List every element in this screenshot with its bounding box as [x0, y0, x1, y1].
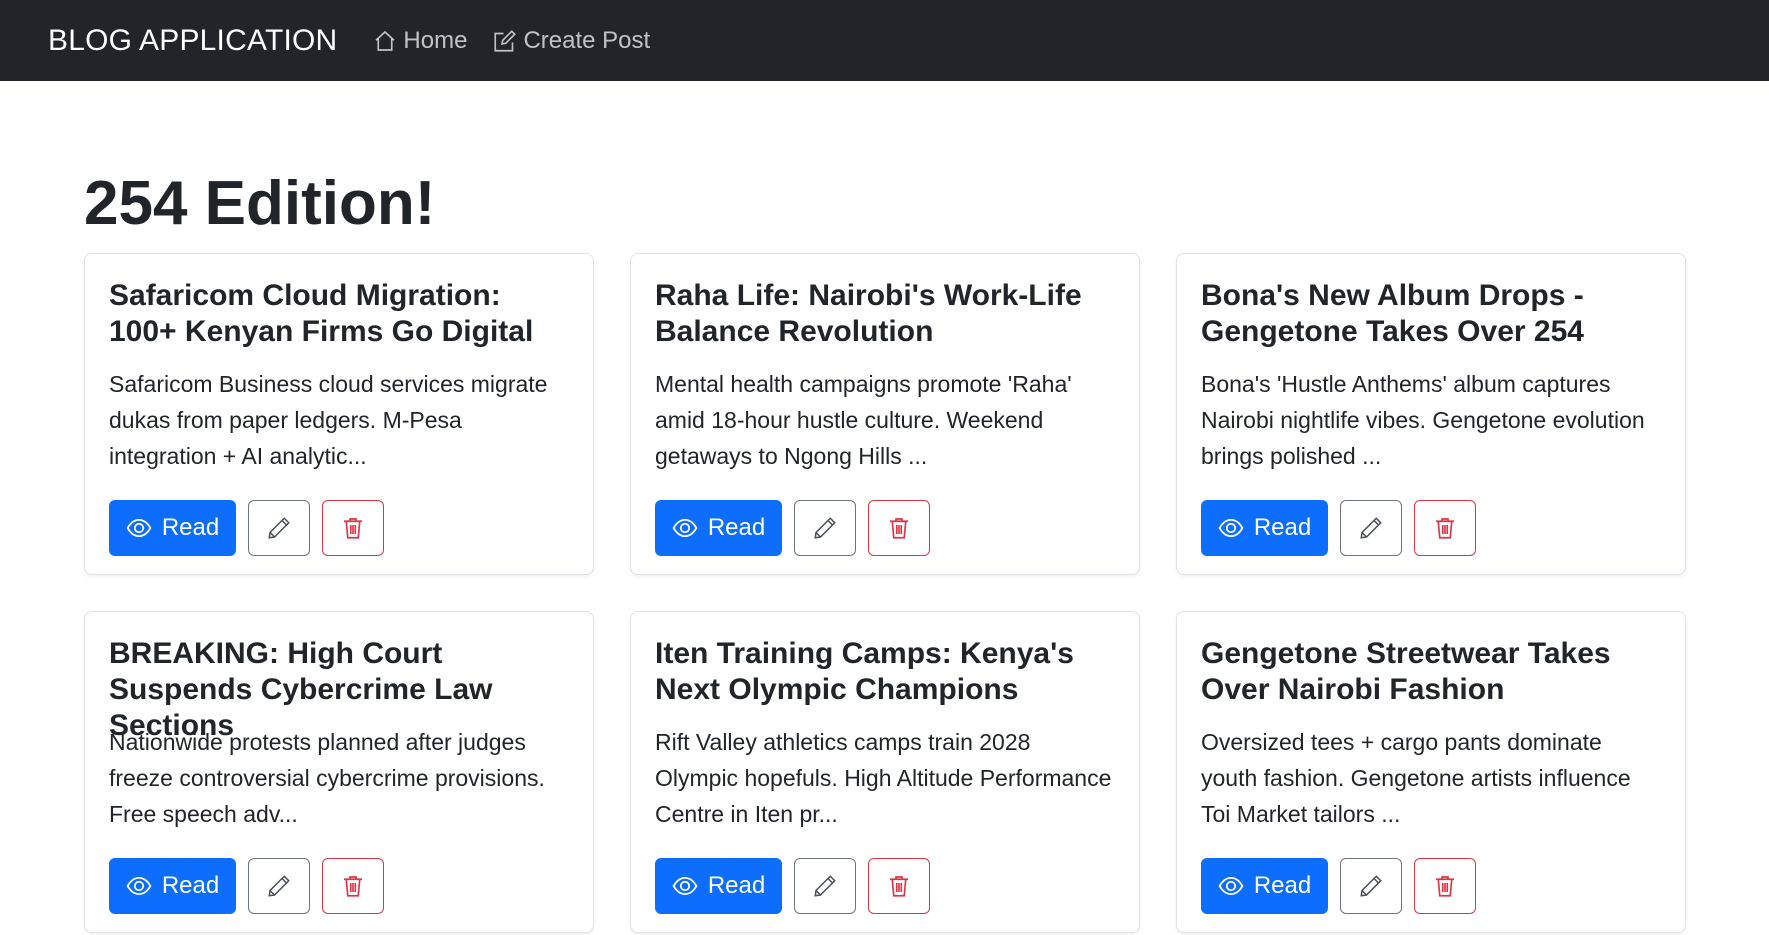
pencil-square-icon	[494, 29, 517, 52]
trash-icon	[890, 876, 908, 897]
post-title: Safaricom Cloud Migration: 100+ Kenyan F…	[109, 279, 534, 348]
post-grid: Safaricom Cloud Migration: 100+ Kenyan F…	[84, 253, 1686, 933]
delete-button[interactable]	[1414, 500, 1476, 556]
post-excerpt: Rift Valley athletics camps train 2028 O…	[655, 729, 1112, 827]
page-title: 254 Edition!	[84, 168, 436, 238]
trash-icon	[1436, 876, 1454, 897]
post-title: Raha Life: Nairobi's Work-Life Balance R…	[655, 279, 1082, 348]
read-button[interactable]: Read	[109, 500, 236, 556]
read-button[interactable]: Read	[109, 858, 236, 914]
post-excerpt: Safaricom Business cloud services migrat…	[109, 371, 548, 469]
post-title: Gengetone Streetwear Takes Over Nairobi …	[1201, 637, 1611, 706]
edit-button[interactable]	[1340, 500, 1402, 556]
pencil-icon	[268, 517, 290, 539]
read-button-label: Read	[707, 872, 766, 899]
pencil-icon	[1360, 517, 1382, 539]
post-card: Iten Training Camps: Kenya's Next Olympi…	[630, 611, 1140, 933]
post-card: Safaricom Cloud Migration: 100+ Kenyan F…	[84, 253, 594, 575]
edit-button[interactable]	[248, 500, 310, 556]
delete-button[interactable]	[322, 858, 384, 914]
post-excerpt: Oversized tees + cargo pants dominate yo…	[1201, 729, 1631, 827]
nav-link-create-post[interactable]: Create Post	[493, 27, 650, 55]
top-navbar: BLOG APPLICATION Home Create Post	[0, 0, 1769, 81]
read-button-label: Read	[161, 514, 220, 541]
post-excerpt: Bona's 'Hustle Anthems' album captures N…	[1201, 371, 1645, 469]
navbar-brand[interactable]: BLOG APPLICATION	[48, 24, 337, 58]
trash-icon	[890, 518, 908, 539]
nav-link-home[interactable]: Home	[373, 27, 467, 55]
post-actions: Read	[109, 858, 569, 914]
eye-icon	[672, 518, 698, 538]
read-button[interactable]: Read	[655, 500, 782, 556]
post-card: Bona's New Album Drops - Gengetone Takes…	[1176, 253, 1686, 575]
read-button[interactable]: Read	[1201, 858, 1328, 914]
eye-icon	[126, 876, 152, 896]
post-card: Gengetone Streetwear Takes Over Nairobi …	[1176, 611, 1686, 933]
pencil-icon	[814, 517, 836, 539]
post-card: Raha Life: Nairobi's Work-Life Balance R…	[630, 253, 1140, 575]
edit-button[interactable]	[248, 858, 310, 914]
nav-link-home-label: Home	[403, 26, 468, 54]
delete-button[interactable]	[868, 858, 930, 914]
post-actions: Read	[1201, 858, 1661, 914]
post-title: Bona's New Album Drops - Gengetone Takes…	[1201, 279, 1584, 348]
post-actions: Read	[1201, 500, 1661, 556]
read-button[interactable]: Read	[655, 858, 782, 914]
read-button-label: Read	[1253, 872, 1312, 899]
eye-icon	[672, 876, 698, 896]
post-excerpt: Mental health campaigns promote 'Raha' a…	[655, 371, 1072, 469]
post-actions: Read	[655, 858, 1115, 914]
eye-icon	[126, 518, 152, 538]
delete-button[interactable]	[322, 500, 384, 556]
post-title: Iten Training Camps: Kenya's Next Olympi…	[655, 637, 1074, 706]
delete-button[interactable]	[868, 500, 930, 556]
trash-icon	[1436, 518, 1454, 539]
post-card: BREAKING: High Court Suspends Cybercrime…	[84, 611, 594, 933]
pencil-icon	[1360, 875, 1382, 897]
post-title: BREAKING: High Court Suspends Cybercrime…	[109, 637, 493, 742]
read-button-label: Read	[1253, 514, 1312, 541]
pencil-icon	[268, 875, 290, 897]
trash-icon	[344, 518, 362, 539]
edit-button[interactable]	[794, 500, 856, 556]
post-actions: Read	[655, 500, 1115, 556]
edit-button[interactable]	[1340, 858, 1402, 914]
read-button-label: Read	[707, 514, 766, 541]
delete-button[interactable]	[1414, 858, 1476, 914]
post-actions: Read	[109, 500, 569, 556]
edit-button[interactable]	[794, 858, 856, 914]
read-button-label: Read	[161, 872, 220, 899]
nav-link-create-post-label: Create Post	[523, 26, 651, 54]
read-button[interactable]: Read	[1201, 500, 1328, 556]
post-excerpt: Nationwide protests planned after judges…	[109, 729, 545, 827]
main-content: 254 Edition! Safaricom Cloud Migration: …	[0, 81, 1769, 933]
pencil-icon	[814, 875, 836, 897]
eye-icon	[1218, 876, 1244, 896]
house-icon	[375, 30, 395, 51]
trash-icon	[344, 876, 362, 897]
eye-icon	[1218, 518, 1244, 538]
